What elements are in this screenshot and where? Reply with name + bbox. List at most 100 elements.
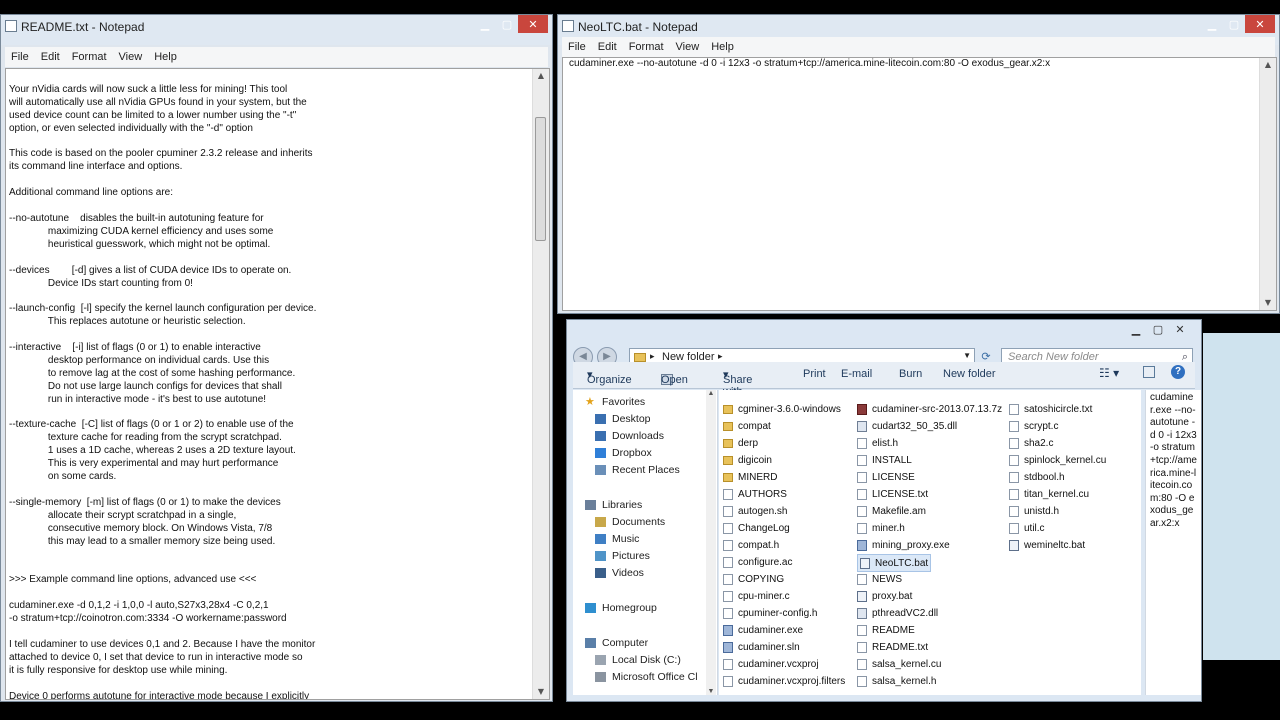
file-item[interactable]: LICENSE [857,469,915,485]
file-item[interactable]: satoshicircle.txt [1009,401,1092,417]
file-item[interactable]: cpuminer-config.h [723,605,817,621]
file-item[interactable]: titan_kernel.cu [1009,486,1089,502]
explorer-scrollbar[interactable]: ▲ ▼ [706,390,716,695]
file-item[interactable]: cudaminer.vcxproj [723,656,819,672]
menu-view[interactable]: View [113,51,149,63]
nav-item-videos[interactable]: Videos [595,565,644,581]
nav-item-downloads[interactable]: Downloads [595,428,664,444]
minimize-icon[interactable]: ▁ [1125,320,1147,338]
close-icon[interactable]: ✕ [1245,15,1275,33]
file-item[interactable]: AUTHORS [723,486,787,502]
menu-view[interactable]: View [670,41,706,53]
nav-item-libraries[interactable]: Libraries [585,497,642,513]
file-item[interactable]: compat [723,418,771,434]
view-options-icon[interactable]: ☷ ▾ [1099,366,1119,380]
file-item[interactable]: cpu-miner.c [723,588,790,604]
menu-format[interactable]: Format [623,41,670,53]
minimize-icon[interactable]: ▁ [474,15,496,33]
doc-file-icon [1009,454,1019,466]
nav-item-music[interactable]: Music [595,531,639,547]
scroll-up-icon[interactable]: ▲ [1260,58,1276,72]
file-item[interactable]: digicoin [723,452,772,468]
nav-item-documents[interactable]: Documents [595,514,665,530]
print-button[interactable]: Print [803,368,826,380]
preview-pane-icon[interactable] [1143,366,1155,378]
nav-item-favorites[interactable]: ★ Favorites [585,394,645,410]
file-item[interactable]: compat.h [723,537,779,553]
nav-item-homegroup[interactable]: Homegroup [585,600,657,616]
organize-button[interactable]: Organize ▾ [587,368,632,386]
file-item[interactable]: autogen.sh [723,503,788,519]
nav-item-desktop[interactable]: Desktop [595,411,651,427]
file-item[interactable]: util.c [1009,520,1045,536]
nav-item-recent-places[interactable]: Recent Places [595,462,680,478]
file-item[interactable]: unistd.h [1009,503,1059,519]
nav-item-dropbox[interactable]: Dropbox [595,445,652,461]
file-item[interactable]: proxy.bat [857,588,912,604]
help-icon[interactable]: ? [1171,365,1185,379]
file-item[interactable]: Makefile.am [857,503,926,519]
file-item[interactable]: COPYING [723,571,784,587]
share-with-button[interactable]: Share with ▾ [723,368,752,398]
file-item[interactable]: scrypt.c [1009,418,1058,434]
file-item[interactable]: miner.h [857,520,905,536]
email-button[interactable]: E-mail [841,368,872,380]
file-item[interactable]: pthreadVC2.dll [857,605,938,621]
file-item[interactable]: README.txt [857,639,928,655]
file-item[interactable]: NeoLTC.bat [857,554,932,572]
menu-help[interactable]: Help [705,41,740,53]
file-item[interactable]: cgminer-3.6.0-windows [723,401,841,417]
file-item[interactable]: configure.ac [723,554,792,570]
menu-help[interactable]: Help [148,51,183,63]
new-folder-button[interactable]: New folder [943,368,996,380]
scroll-down-icon[interactable]: ▼ [706,688,716,695]
file-item[interactable]: MINERD [723,469,777,485]
scroll-down-icon[interactable]: ▼ [1260,296,1276,310]
file-item[interactable]: spinlock_kernel.cu [1009,452,1106,468]
maximize-icon[interactable]: ▢ [496,15,518,33]
menu-edit[interactable]: Edit [592,41,623,53]
bat-text-area[interactable]: cudaminer.exe --no-autotune -d 0 -i 12x3… [562,57,1277,311]
close-icon[interactable]: ✕ [1169,320,1191,338]
file-item[interactable]: elist.h [857,435,898,451]
menu-file[interactable]: File [562,41,592,53]
file-item[interactable]: INSTALL [857,452,912,468]
file-item[interactable]: cudart32_50_35.dll [857,418,957,434]
readme-titlebar[interactable]: README.txt - Notepad ▁ ▢ ✕ [1,15,552,45]
scroll-thumb[interactable] [535,117,546,241]
file-item[interactable]: wemineltc.bat [1009,537,1085,553]
scroll-up-icon[interactable]: ▲ [706,390,716,397]
file-item[interactable]: NEWS [857,571,902,587]
burn-button[interactable]: Burn [899,368,922,380]
file-item[interactable]: cudaminer.exe [723,622,803,638]
close-icon[interactable]: ✕ [518,15,548,33]
file-item[interactable]: sha2.c [1009,435,1053,451]
scroll-down-icon[interactable]: ▼ [533,685,549,699]
vertical-scrollbar[interactable]: ▲ ▼ [532,69,549,699]
file-item[interactable]: mining_proxy.exe [857,537,950,553]
address-dropdown-icon[interactable]: ▼ [963,351,971,360]
scroll-up-icon[interactable]: ▲ [533,69,549,83]
nav-item-pictures[interactable]: Pictures [595,548,650,564]
nav-item-microsoft-office-cl[interactable]: Microsoft Office Cl [595,669,698,685]
vertical-scrollbar[interactable]: ▲ ▼ [1259,58,1276,310]
menu-edit[interactable]: Edit [35,51,66,63]
file-item[interactable]: LICENSE.txt [857,486,928,502]
menu-file[interactable]: File [5,51,35,63]
file-item[interactable]: salsa_kernel.cu [857,656,941,672]
file-item[interactable]: ChangeLog [723,520,790,536]
readme-text-area[interactable]: Your nVidia cards will now suck a little… [5,68,550,700]
file-item[interactable]: derp [723,435,758,451]
nav-item-computer[interactable]: Computer [585,635,648,651]
minimize-icon[interactable]: ▁ [1201,15,1223,33]
file-item[interactable]: cudaminer.vcxproj.filters [723,673,845,689]
maximize-icon[interactable]: ▢ [1223,15,1245,33]
file-item[interactable]: cudaminer.sln [723,639,800,655]
nav-item-local-disk-c[interactable]: Local Disk (C:) [595,652,681,668]
file-item[interactable]: cudaminer-src-2013.07.13.7z [857,401,1002,417]
file-item[interactable]: README [857,622,915,638]
maximize-icon[interactable]: ▢ [1147,320,1169,338]
menu-format[interactable]: Format [66,51,113,63]
file-item[interactable]: salsa_kernel.h [857,673,936,689]
file-item[interactable]: stdbool.h [1009,469,1065,485]
